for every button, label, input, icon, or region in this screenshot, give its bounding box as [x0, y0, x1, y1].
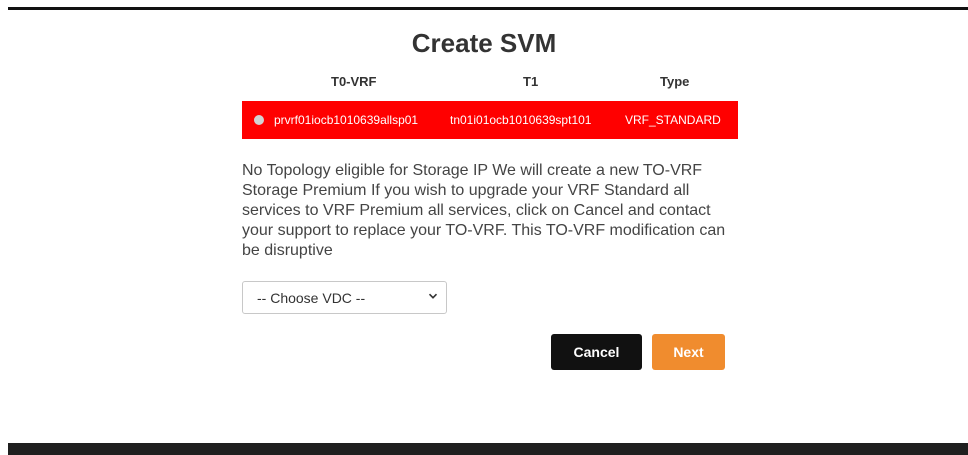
column-header-type: Type — [660, 74, 690, 89]
chevron-down-icon — [428, 293, 438, 299]
footer-bar — [8, 443, 968, 455]
create-svm-dialog: Create SVM T0-VRF T1 Type prvrf01iocb101… — [0, 0, 968, 443]
next-button[interactable]: Next — [652, 334, 725, 370]
column-header-t0-vrf: T0-VRF — [331, 74, 377, 89]
t1-cell: tn01i01ocb1010639spt101 — [450, 113, 592, 127]
vdc-select[interactable]: -- Choose VDC -- — [242, 281, 447, 314]
row-radio-button[interactable] — [254, 115, 264, 125]
dialog-title: Create SVM — [411, 28, 557, 58]
column-header-t1: T1 — [523, 74, 539, 89]
cancel-button[interactable]: Cancel — [551, 334, 642, 370]
topology-warning-message: No Topology eligible for Storage IP We w… — [242, 162, 726, 259]
t0-vrf-cell: prvrf01iocb1010639allsp01 — [274, 113, 419, 127]
vdc-select-value: -- Choose VDC -- — [257, 290, 366, 306]
type-cell: VRF_STANDARD — [625, 113, 721, 127]
topology-row[interactable]: prvrf01iocb1010639allsp01 tn01i01ocb1010… — [242, 101, 738, 139]
